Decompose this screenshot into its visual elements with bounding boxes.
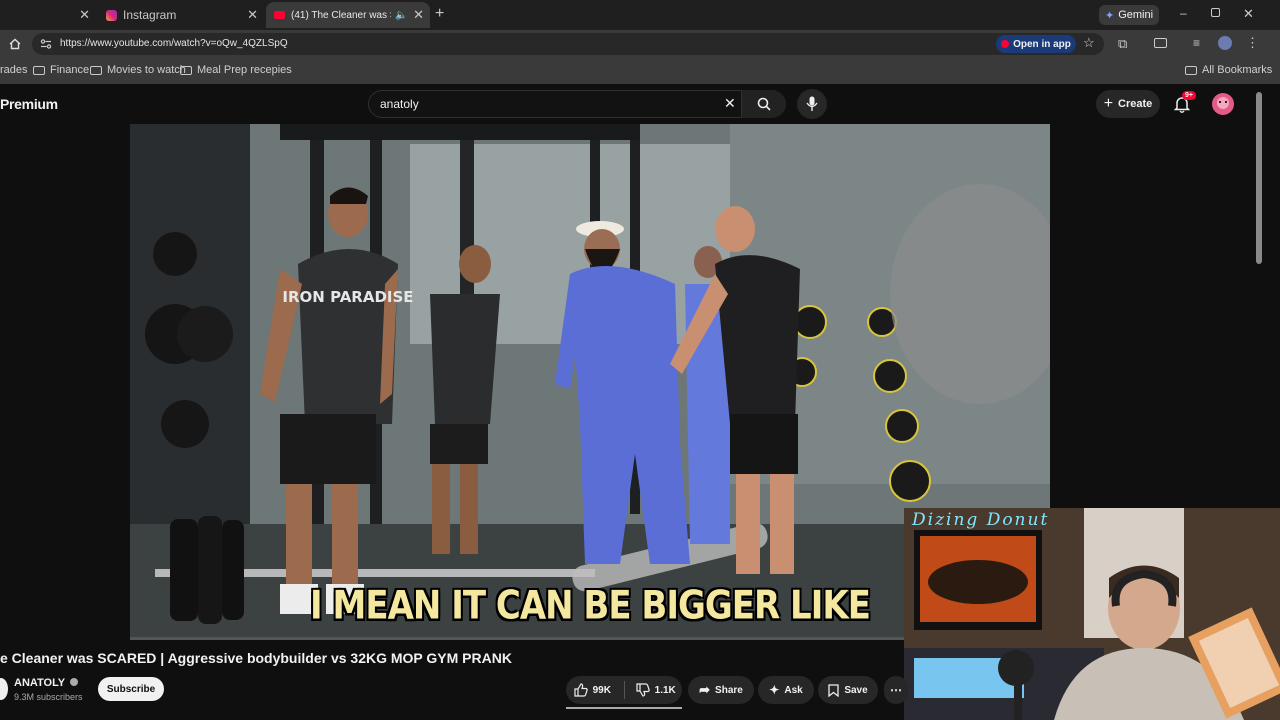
dislike-count: 1.1K [654,684,676,696]
clear-search-icon[interactable]: ✕ [724,95,736,112]
save-button[interactable]: Save [818,676,878,704]
bookmarks-bar: rades Finance Movies to watch Meal Prep … [0,58,1280,84]
share-label: Share [715,684,743,696]
share-arrow-icon: ➦ [699,682,711,697]
subscribe-button[interactable]: Subscribe [98,677,164,701]
speaker-icon[interactable]: 🔈 [395,10,407,21]
streamer-webcam-overlay: Dizing Donut [904,508,1280,720]
streamer-name-overlay: Dizing Donut [912,510,1050,530]
bookmark-meal-prep[interactable]: Meal Prep recepies [180,64,292,76]
thumbs-down-icon [636,683,650,697]
close-icon[interactable]: ✕ [79,7,90,23]
more-menu-icon[interactable]: ⋮ [1246,35,1259,51]
like-count: 99K [592,684,611,696]
tab-instagram[interactable]: Instagram ✕ [98,2,264,28]
gemini-button[interactable]: ✦ Gemini [1099,5,1159,25]
open-in-app-button[interactable]: Open in app [996,35,1076,53]
notification-badge: 9+ [1182,91,1196,100]
sparkle-icon: ✦ [769,683,780,697]
search-box[interactable]: anatoly ✕ [368,90,742,118]
extensions-icon[interactable]: ⧉ [1118,36,1127,52]
divider [623,681,625,699]
bookmark-icon [828,683,839,697]
minimize-icon[interactable]: – [1180,6,1187,20]
gemini-sparkle-icon: ✦ [1104,9,1115,22]
channel-name-text: ANATOLY [14,677,65,689]
share-button[interactable]: ➦ Share [688,676,754,704]
account-avatar[interactable] [1212,93,1234,115]
address-bar[interactable]: https://www.youtube.com/watch?v=oQw_4QZL… [32,33,1104,55]
youtube-header: Premium anatoly ✕ + Create 9+ [0,84,1280,124]
search-input[interactable]: anatoly [380,97,419,111]
notifications-button[interactable]: 9+ [1172,91,1196,114]
search-icon [757,97,771,111]
reading-list-icon[interactable]: ≡ [1193,36,1200,50]
all-bookmarks[interactable]: All Bookmarks [1185,64,1272,76]
webcam-feed [904,508,1280,720]
site-settings-icon[interactable] [40,38,52,50]
tab-label: Instagram [123,8,177,22]
profile-avatar[interactable] [1218,36,1232,50]
url-text[interactable]: https://www.youtube.com/watch?v=oQw_4QZL… [60,38,288,49]
folder-icon [90,65,102,75]
like-dislike-group: 99K 1.1K [566,676,682,704]
home-icon[interactable] [9,38,21,50]
voice-search-button[interactable] [797,89,827,119]
ask-label: Ask [784,684,803,696]
thumbs-up-icon [573,683,588,697]
bookmark-rades[interactable]: rades [0,64,28,76]
channel-name[interactable]: ANATOLY [14,677,79,689]
bookmark-movies[interactable]: Movies to watch [90,64,186,76]
browser-toolbar: https://www.youtube.com/watch?v=oQw_4QZL… [0,30,1280,58]
tab-label: (41) The Cleaner was SCAR [291,9,391,21]
new-tab-plus-icon[interactable]: + [435,5,444,23]
restore-icon[interactable] [1211,8,1220,17]
save-label: Save [844,684,868,696]
window-close-icon[interactable]: ✕ [1243,6,1254,22]
open-in-app-label: Open in app [1013,38,1071,50]
verified-check-icon [70,678,79,686]
folder-icon [1185,65,1197,75]
shirt-print: IRON PARADISE [282,288,413,306]
video-title: e Cleaner was SCARED | Aggressive bodybu… [0,650,512,666]
tab-unnamed[interactable]: ✕ [0,2,96,28]
youtube-premium-logo[interactable]: Premium [0,96,58,112]
channel-avatar[interactable] [0,678,8,700]
instagram-icon [106,9,117,21]
tab-youtube-video[interactable]: (41) The Cleaner was SCAR 🔈 ✕ [266,2,430,28]
microphone-icon [806,96,818,111]
split-view-icon[interactable] [1154,38,1167,48]
youtube-icon [1001,40,1010,48]
more-dots-icon: ⋯ [890,683,902,697]
like-button[interactable]: 99K [566,683,619,697]
bookmark-star-icon[interactable]: ☆ [1083,35,1095,51]
search-button[interactable] [742,90,786,118]
bookmark-finance[interactable]: Finance [33,64,89,76]
bookmark-label: Finance [50,64,90,76]
plus-icon: + [1103,95,1114,112]
close-icon[interactable]: ✕ [247,7,258,23]
youtube-icon [274,11,285,19]
create-button[interactable]: + Create [1096,90,1160,118]
more-actions-button[interactable]: ⋯ [884,676,908,704]
browser-tab-bar: ✕ Instagram ✕ (41) The Cleaner was SCAR … [0,0,1280,30]
gemini-label: Gemini [1118,9,1154,21]
create-label: Create [1118,98,1153,110]
folder-icon [180,65,192,75]
folder-icon [33,65,45,75]
bookmark-label: Movies to watch [107,64,186,76]
ask-button[interactable]: ✦ Ask [758,676,814,704]
page-scrollbar[interactable] [1256,92,1262,264]
like-ratio-bar [566,707,682,709]
all-bookmarks-label: All Bookmarks [1202,64,1273,76]
close-icon[interactable]: ✕ [413,7,424,23]
bookmark-label: Meal Prep recepies [197,64,292,76]
subscriber-count: 9.3M subscribers [14,692,83,702]
dislike-button[interactable]: 1.1K [629,683,682,697]
bookmark-label: rades [0,64,28,76]
